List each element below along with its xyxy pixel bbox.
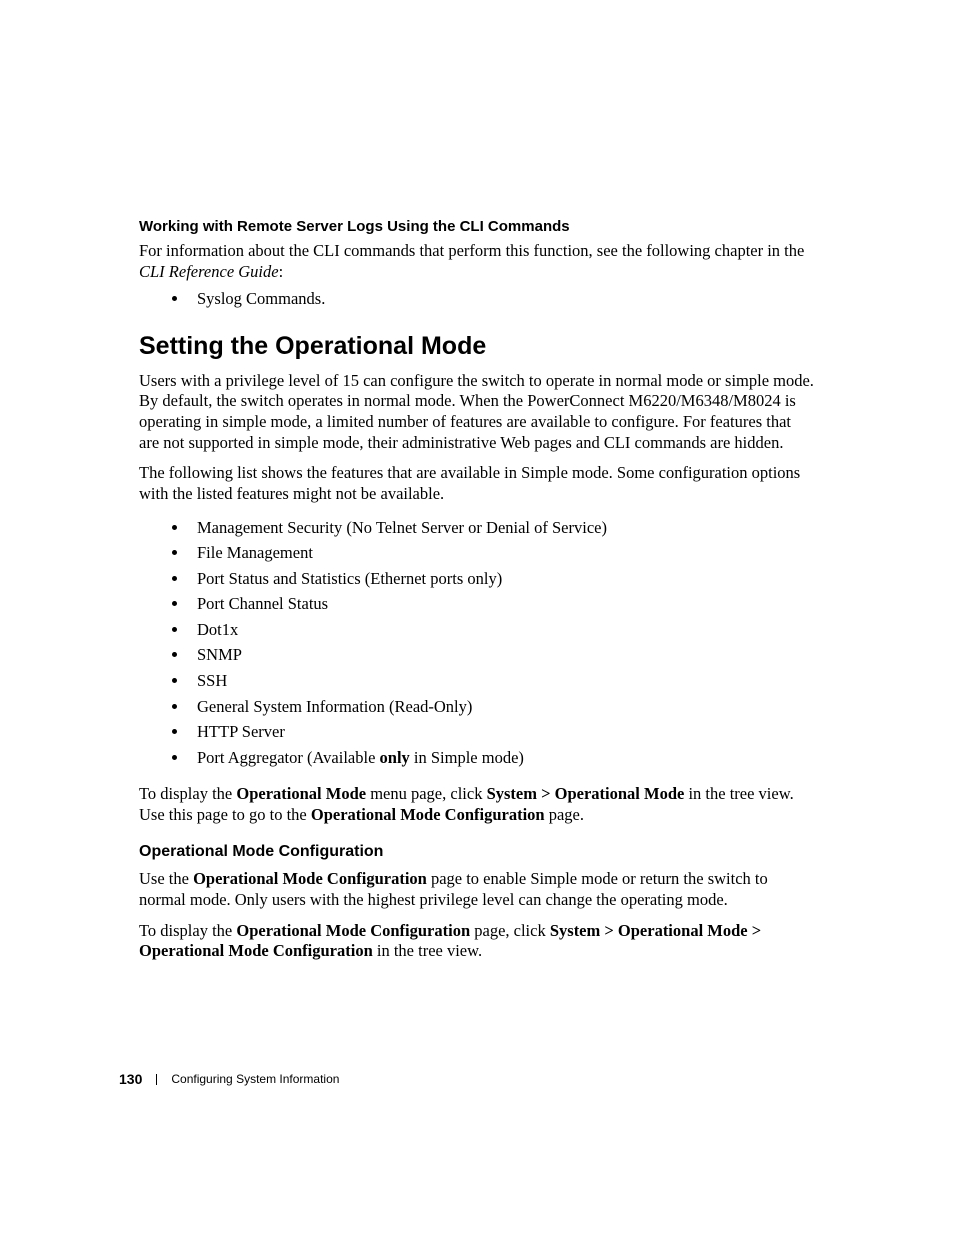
operational-mode-config-label: Operational Mode Configuration [193, 869, 427, 888]
feature-last-post: in Simple mode) [410, 748, 524, 767]
operational-mode-config-label: Operational Mode Configuration [236, 921, 470, 940]
text: To display the [139, 784, 236, 803]
operational-mode-label: Operational Mode [236, 784, 366, 803]
intro-colon: : [279, 262, 284, 281]
list-item: File Management [189, 540, 815, 566]
text: page. [545, 805, 584, 824]
subsection-operational-mode-config: Operational Mode Configuration [139, 843, 815, 861]
list-item: Syslog Commands. [189, 286, 815, 312]
feature-last-pre: Port Aggregator (Available [197, 748, 380, 767]
list-item: SNMP [189, 642, 815, 668]
list-item: Dot1x [189, 617, 815, 643]
paragraph-privilege: Users with a privilege level of 15 can c… [139, 371, 815, 454]
list-item: Port Aggregator (Available only in Simpl… [189, 745, 815, 771]
subheading-remote-server-logs: Working with Remote Server Logs Using th… [139, 218, 815, 235]
nav-path: System > Operational Mode [487, 784, 685, 803]
text: menu page, click [366, 784, 487, 803]
syslog-list: Syslog Commands. [139, 286, 815, 312]
intro-text: For information about the CLI commands t… [139, 241, 804, 260]
intro-paragraph: For information about the CLI commands t… [139, 241, 815, 282]
text: page, click [470, 921, 550, 940]
cli-reference-guide-title: CLI Reference Guide [139, 262, 279, 281]
features-list: Management Security (No Telnet Server or… [139, 515, 815, 771]
text: Use the [139, 869, 193, 888]
footer-divider [156, 1074, 157, 1085]
list-item: Management Security (No Telnet Server or… [189, 515, 815, 541]
page-footer: 130 Configuring System Information [119, 1071, 339, 1087]
paragraph-features-intro: The following list shows the features th… [139, 463, 815, 504]
list-item: SSH [189, 668, 815, 694]
list-item: Port Channel Status [189, 591, 815, 617]
text: in the tree view. [373, 941, 482, 960]
paragraph-display-menu: To display the Operational Mode menu pag… [139, 784, 815, 825]
chapter-title: Configuring System Information [171, 1072, 339, 1086]
text: To display the [139, 921, 236, 940]
document-page: Working with Remote Server Logs Using th… [0, 0, 954, 962]
paragraph-use-config: Use the Operational Mode Configuration p… [139, 869, 815, 910]
section-title-operational-mode: Setting the Operational Mode [139, 332, 815, 361]
operational-mode-config-label: Operational Mode Configuration [311, 805, 545, 824]
list-item: HTTP Server [189, 719, 815, 745]
feature-last-bold: only [380, 748, 410, 767]
page-number: 130 [119, 1071, 142, 1087]
list-item: General System Information (Read-Only) [189, 694, 815, 720]
list-item: Port Status and Statistics (Ethernet por… [189, 566, 815, 592]
paragraph-display-config: To display the Operational Mode Configur… [139, 921, 815, 962]
